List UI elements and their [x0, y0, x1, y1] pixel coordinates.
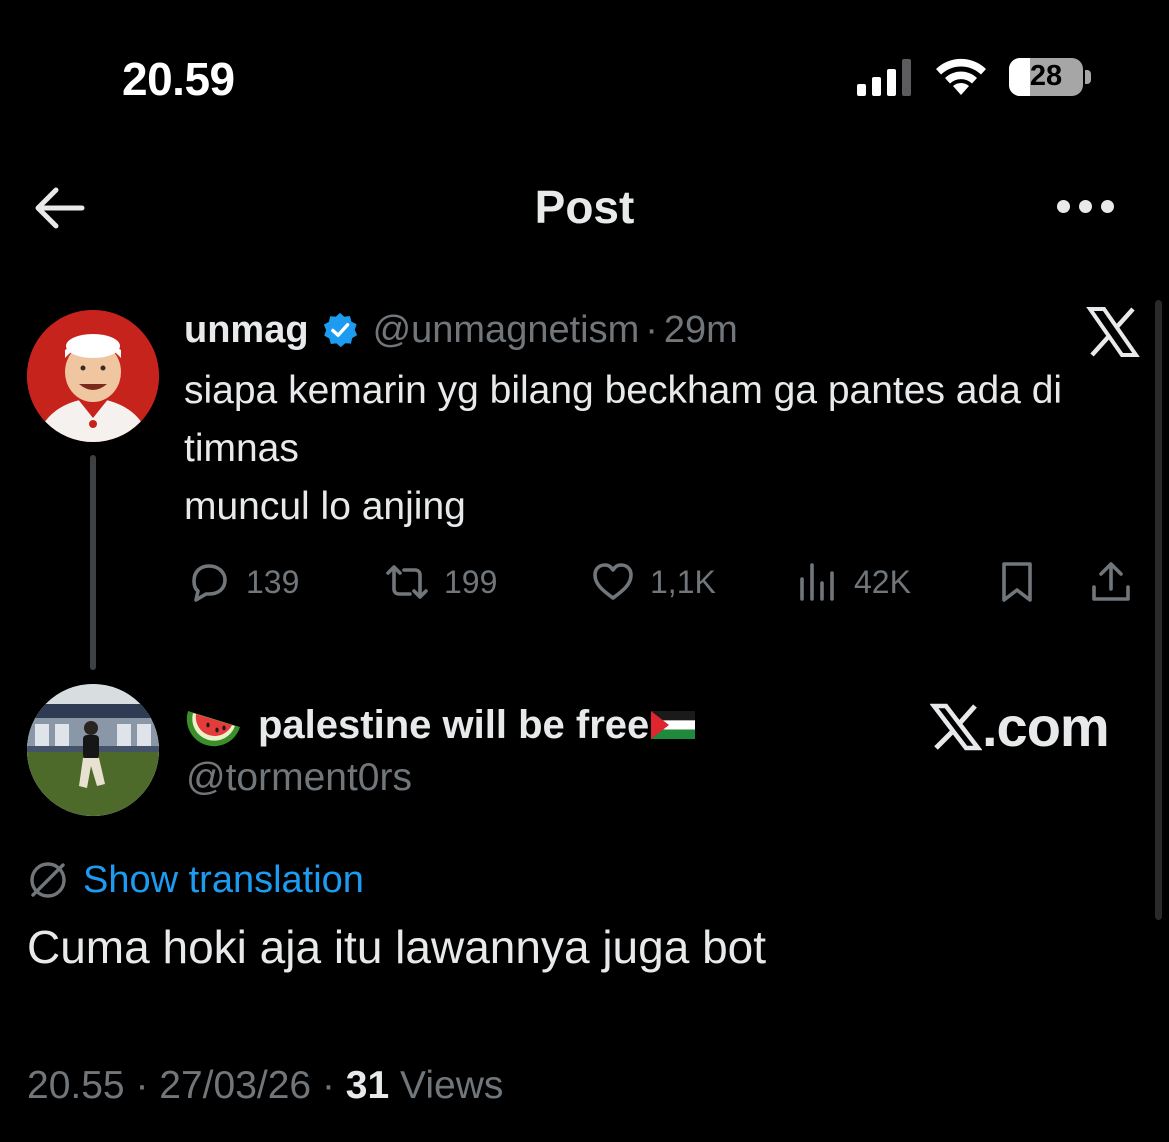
reply-button[interactable]: 139: [186, 556, 299, 608]
views-chart-icon: [800, 563, 834, 601]
share-button[interactable]: [1088, 556, 1148, 608]
avatar-image: [27, 684, 159, 816]
tweet-time: 29m: [663, 308, 738, 351]
watermelon-icon: [186, 711, 240, 747]
separator-dot: ·: [135, 1064, 149, 1107]
heart-icon: [593, 563, 633, 600]
tweet-meta: 20.55 · 27/03/26 · 31 Views: [27, 1064, 503, 1108]
page-title: Post: [534, 181, 635, 233]
x-com-watermark: .com: [930, 694, 1110, 759]
author-handle[interactable]: @unmagnetism: [373, 309, 640, 352]
wifi-icon: [936, 58, 986, 95]
x-logo-icon: [930, 703, 982, 750]
cellular-signal-icon: [857, 58, 913, 96]
tweet-date: 27/03/26: [159, 1064, 312, 1107]
avatar-image: [27, 310, 159, 442]
tweet-text-line: siapa kemarin yg bilang beckham ga pante…: [184, 369, 1063, 470]
tweet-actions: 139 199 1,1K 42K: [186, 556, 1146, 608]
tweet-header: palestine will be free: [186, 699, 696, 751]
views-count: 42K: [854, 563, 911, 600]
tweet-text-line: muncul lo anjing: [184, 485, 466, 528]
avatar[interactable]: [27, 310, 159, 442]
x-logo-icon: [1086, 307, 1140, 357]
watermark-text: .com: [982, 695, 1110, 758]
like-button[interactable]: 1,1K: [590, 556, 716, 608]
globe-slash-icon: [30, 862, 66, 898]
battery-level: 28: [1029, 60, 1063, 92]
tweet-text: siapa kemarin yg bilang beckham ga pante…: [184, 362, 1154, 536]
thread-line: [90, 455, 96, 670]
reply-count: 139: [246, 563, 300, 600]
like-count: 1,1K: [650, 563, 716, 600]
battery-icon: 28: [1009, 58, 1083, 96]
verified-badge-icon: [323, 312, 357, 348]
bookmark-icon: [1002, 562, 1032, 602]
repost-button[interactable]: 199: [384, 556, 497, 608]
author-handle[interactable]: @torment0rs: [186, 756, 412, 800]
tweet-header: unmag @unmagnetism · 29m: [184, 306, 738, 354]
views-label: Views: [400, 1064, 504, 1107]
tweet-time: 20.55: [27, 1064, 125, 1107]
separator-dot: ·: [645, 308, 658, 351]
author-name[interactable]: palestine will be free: [258, 703, 649, 748]
share-icon: [1092, 562, 1130, 601]
bookmark-button[interactable]: [994, 556, 1054, 608]
author-name[interactable]: unmag: [184, 309, 309, 352]
more-dots-icon[interactable]: [1055, 196, 1117, 218]
battery-cap: [1085, 70, 1091, 84]
status-time: 20.59: [122, 53, 235, 105]
repost-count: 199: [444, 563, 498, 600]
views-button[interactable]: 42K: [794, 556, 911, 608]
scrollbar[interactable]: [1155, 300, 1162, 920]
avatar[interactable]: [27, 684, 159, 816]
show-translation-button[interactable]: Show translation: [27, 855, 364, 905]
palestine-flag-icon: [651, 711, 696, 739]
tweet-text: Cuma hoki aja itu lawannya juga bot: [27, 921, 767, 973]
reply-icon: [192, 564, 227, 602]
view-count: 31: [345, 1064, 390, 1107]
repost-icon: [386, 565, 428, 599]
show-translation-label: Show translation: [83, 858, 364, 901]
separator-dot: ·: [321, 1064, 335, 1107]
